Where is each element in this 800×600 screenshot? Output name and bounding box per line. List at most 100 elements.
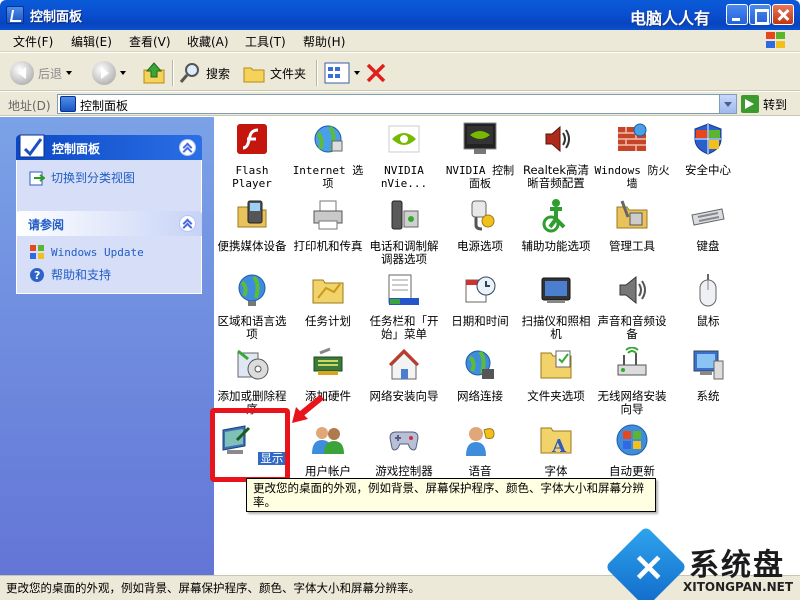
brand-watermark: 系统盘 XITONGPAN.NET: [604, 525, 800, 600]
item-user-accounts[interactable]: 用户帐户: [290, 422, 366, 478]
accessibility-icon: [542, 199, 566, 233]
item-scheduled-tasks[interactable]: 任务计划: [290, 272, 366, 328]
search-button[interactable]: 搜索: [178, 60, 230, 86]
firewall-icon: [618, 123, 647, 151]
views-button[interactable]: [324, 60, 360, 86]
fonts-icon: A: [540, 427, 572, 457]
shield-icon: [694, 123, 722, 155]
svg-text:A: A: [551, 436, 567, 457]
item-mouse[interactable]: 鼠标: [670, 272, 746, 328]
item-add-remove-programs[interactable]: 添加或删除程序: [214, 347, 290, 416]
item-internet-options[interactable]: Internet 选项: [290, 121, 366, 190]
item-game-controllers[interactable]: 游戏控制器: [366, 422, 442, 478]
item-date-time[interactable]: 日期和时间: [442, 272, 518, 328]
minimize-button[interactable]: [726, 4, 748, 25]
admin-tools-icon: [616, 200, 648, 229]
control-panel-section: 控制面板 切换到分类视图: [16, 134, 202, 214]
up-button[interactable]: [142, 60, 166, 86]
item-nvidia-control-panel[interactable]: NVIDIA 控制面板: [442, 121, 518, 190]
switch-category-view-link[interactable]: 切换到分类视图: [17, 166, 201, 189]
nvidia-icon: [388, 125, 420, 153]
watermark-text: 电脑人人有: [630, 9, 711, 28]
address-dropdown-icon[interactable]: [719, 95, 736, 113]
network-wizard-icon: [388, 348, 420, 380]
item-wireless-setup-wizard[interactable]: 无线网络安装向导: [594, 346, 670, 416]
add-remove-icon: [237, 349, 269, 380]
windows-update-link[interactable]: Windows Update: [17, 242, 201, 263]
brand-url: XITONGPAN.NET: [683, 580, 794, 594]
item-power-options[interactable]: 电源选项: [442, 197, 518, 253]
media-device-icon: [237, 200, 267, 228]
users-icon: [312, 427, 344, 454]
item-speech[interactable]: 语音: [442, 422, 518, 478]
title-bar[interactable]: 控制面板 电脑人人有: [0, 0, 800, 30]
close-button[interactable]: [772, 4, 794, 25]
item-automatic-updates[interactable]: 自动更新: [594, 422, 670, 478]
toolbar: 后退 搜索 文件夹: [0, 53, 800, 91]
menu-tools[interactable]: 工具(T): [245, 33, 286, 50]
menu-edit[interactable]: 编辑(E): [71, 33, 112, 50]
views-icon: [324, 62, 350, 84]
folder-icon: [243, 67, 265, 83]
item-scanners-cameras[interactable]: 扫描仪和照相机: [518, 272, 594, 341]
item-realtek-audio[interactable]: Realtek高清晰音频配置: [518, 121, 594, 190]
go-label: 转到: [763, 97, 788, 112]
item-admin-tools[interactable]: 管理工具: [594, 197, 670, 253]
item-printers-faxes[interactable]: 打印机和传真: [290, 197, 366, 253]
control-panel-icon: [19, 134, 45, 158]
maximize-button[interactable]: [749, 4, 771, 25]
tooltip: 更改您的桌面的外观，例如背景、屏幕保护程序、颜色、字体大小和屏幕分辨率。: [246, 478, 656, 512]
address-bar: 地址(D) 控制面板 转到: [0, 92, 800, 116]
item-fonts[interactable]: A 字体: [518, 422, 594, 478]
item-region-language[interactable]: 区域和语言选项: [214, 272, 290, 341]
back-button[interactable]: 后退: [10, 60, 73, 86]
speech-icon: [466, 427, 495, 456]
forward-dropdown-icon[interactable]: [120, 71, 126, 75]
nvidia-panel-icon: [463, 122, 497, 154]
item-network-connections[interactable]: 网络连接: [442, 347, 518, 403]
windows-update-icon: [30, 245, 44, 259]
address-label: 地址(D): [8, 99, 51, 113]
task-folder-icon: [312, 279, 344, 304]
item-sound-audio[interactable]: 声音和音频设备: [594, 272, 670, 341]
hardware-icon: [313, 347, 343, 375]
collapse-icon[interactable]: [179, 215, 196, 232]
item-accessibility[interactable]: 辅助功能选项: [518, 197, 594, 253]
network-icon: [465, 350, 494, 379]
item-keyboard[interactable]: 键盘: [670, 197, 746, 253]
update-icon: [616, 424, 648, 456]
status-text: 更改您的桌面的外观，例如背景、屏幕保护程序、颜色、字体大小和屏幕分辨率。: [6, 581, 420, 595]
wireless-icon: [617, 346, 647, 376]
menu-file[interactable]: 文件(F): [13, 33, 53, 50]
system-icon: [693, 350, 724, 380]
delete-button[interactable]: [364, 60, 388, 86]
views-dropdown-icon: [354, 71, 360, 75]
help-support-link[interactable]: ? 帮助和支持: [17, 263, 201, 286]
folders-button[interactable]: 文件夹: [242, 60, 306, 86]
forward-arrow-icon: [92, 61, 116, 85]
item-taskbar-start-menu[interactable]: 任务栏和「开始」菜单: [366, 272, 442, 341]
item-portable-media[interactable]: 便携媒体设备: [214, 197, 290, 253]
collapse-icon[interactable]: [179, 139, 196, 156]
item-phone-modem[interactable]: 电话和调制解调器选项: [366, 197, 442, 266]
menu-favorites[interactable]: 收藏(A): [187, 33, 229, 50]
address-field[interactable]: 控制面板: [57, 94, 737, 114]
panel-title: 控制面板: [52, 142, 101, 156]
item-security-center[interactable]: 安全中心: [670, 121, 746, 177]
control-panel-icon: [6, 6, 24, 24]
item-nvidia-nview[interactable]: NVIDIA nVie...: [366, 121, 442, 190]
go-arrow-icon: [741, 95, 759, 113]
forward-button[interactable]: [92, 60, 126, 86]
go-button[interactable]: 转到: [741, 95, 787, 113]
item-network-setup-wizard[interactable]: 网络安装向导: [366, 347, 442, 403]
menu-view[interactable]: 查看(V): [129, 33, 171, 50]
item-flash-player[interactable]: Flash Player: [214, 121, 290, 190]
task-pane: 控制面板 切换到分类视图 请参阅 Windows Update ? 帮助和支持: [0, 117, 214, 575]
back-dropdown-icon[interactable]: [66, 71, 73, 75]
menu-help[interactable]: 帮助(H): [303, 33, 345, 50]
search-icon: [179, 63, 199, 83]
item-folder-options[interactable]: 文件夹选项: [518, 347, 594, 403]
item-windows-firewall[interactable]: Windows 防火墙: [594, 121, 670, 190]
svg-text:?: ?: [34, 269, 40, 282]
item-system[interactable]: 系统: [670, 347, 746, 403]
